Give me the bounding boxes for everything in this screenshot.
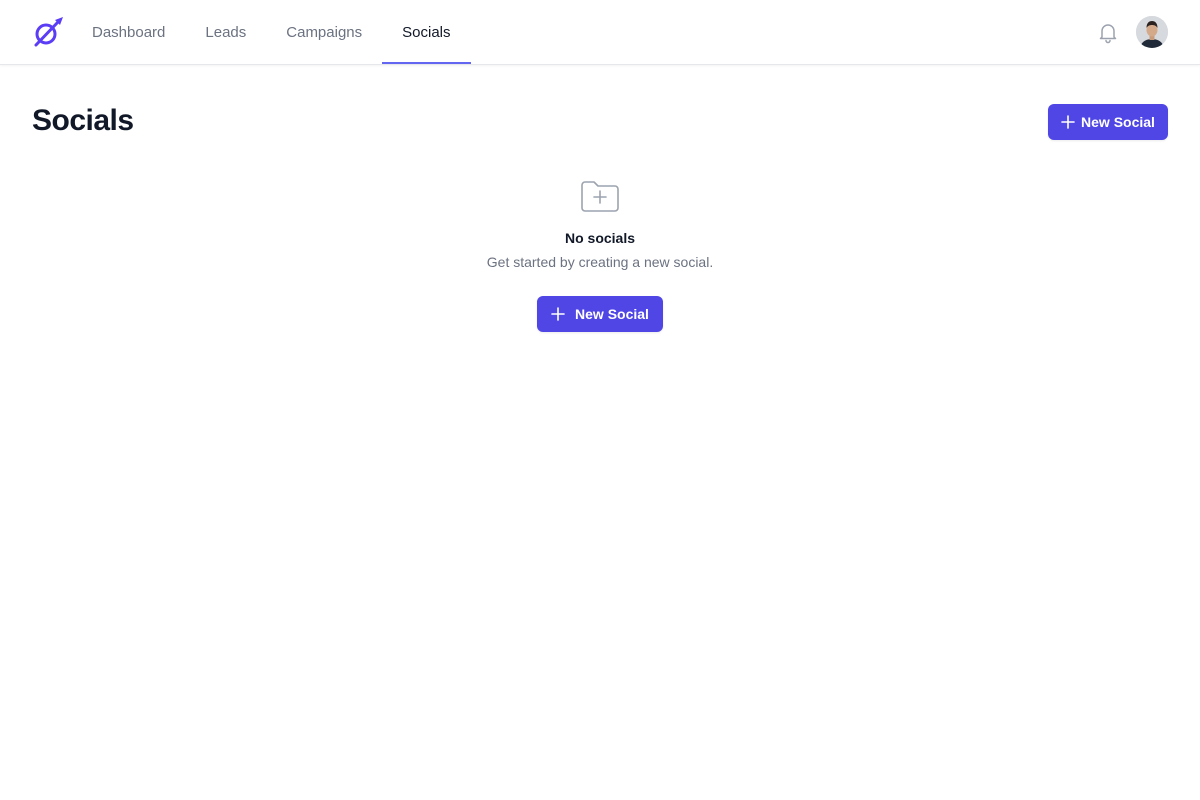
folder-plus-icon [581, 181, 619, 212]
avatar-image [1136, 16, 1168, 48]
nav-item-campaigns[interactable]: Campaigns [266, 0, 382, 64]
nav-item-dashboard[interactable]: Dashboard [72, 0, 185, 64]
main-nav: Dashboard Leads Campaigns Socials [72, 0, 471, 64]
bell-icon[interactable] [1096, 20, 1120, 44]
empty-state-new-social-button[interactable]: New Social [537, 296, 663, 332]
new-social-button[interactable]: New Social [1048, 104, 1168, 140]
nav-item-socials[interactable]: Socials [382, 0, 471, 64]
nav-item-label: Campaigns [286, 23, 363, 41]
nav-item-label: Dashboard [92, 23, 166, 41]
user-avatar[interactable] [1136, 16, 1168, 48]
page-title: Socials [32, 104, 134, 137]
empty-state: No socials Get started by creating a new… [0, 178, 1200, 270]
nav-item-label: Socials [402, 23, 451, 41]
button-label: New Social [1081, 114, 1155, 130]
plus-icon [551, 307, 565, 321]
logo-icon[interactable] [32, 16, 64, 48]
plus-icon [1061, 115, 1075, 129]
empty-state-description: Get started by creating a new social. [486, 254, 714, 270]
top-navigation-bar: Dashboard Leads Campaigns Socials [0, 0, 1200, 65]
empty-state-title: No socials [564, 230, 636, 246]
button-label: New Social [575, 306, 649, 322]
nav-item-leads[interactable]: Leads [185, 0, 266, 64]
nav-item-label: Leads [205, 23, 247, 41]
